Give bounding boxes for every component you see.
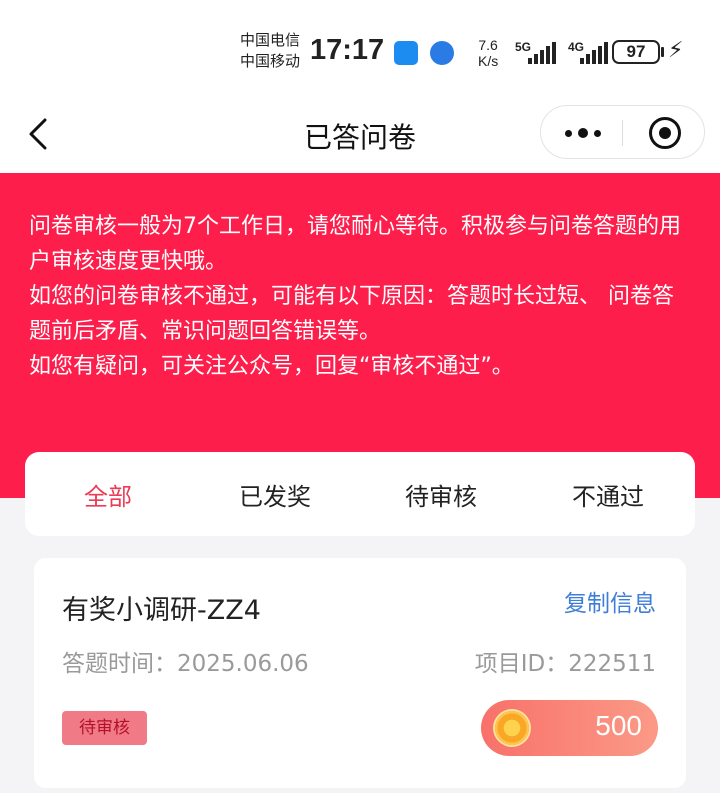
survey-card[interactable]: 有奖小调研-ZZ4 复制信息 答题时间：2025.06.06 项目ID：2225…: [34, 558, 686, 788]
reward-amount: 500: [595, 710, 642, 741]
browser-icon: [430, 41, 454, 65]
status-bar: 中国电信 中国移动 17:17 7.6 K/s 5G 4G 97 ⚡: [0, 0, 720, 100]
more-dot-icon: [578, 128, 588, 138]
speed-unit: K/s: [478, 53, 499, 69]
carrier-1: 中国电信: [240, 31, 301, 49]
signal-icon: [528, 40, 556, 64]
survey-title: 有奖小调研-ZZ4: [62, 595, 261, 626]
notice-line: 如您的问卷审核不通过，可能有以下原因：答题时长过短、 问卷答题前后矛盾、常识问题…: [29, 284, 674, 344]
signal-icon: [580, 40, 608, 64]
network-speed: 7.6 K/s: [478, 37, 498, 69]
battery-icon: 97: [612, 40, 660, 64]
reward-pill: 500: [481, 700, 658, 756]
charging-icon: ⚡: [668, 38, 684, 63]
coin-icon: [495, 711, 529, 745]
carrier-2: 中国移动: [240, 52, 301, 70]
tab-rejected[interactable]: 不通过: [572, 477, 644, 512]
notice-line: 如您有疑问，可关注公众号，回复“审核不通过”。: [29, 354, 514, 379]
project-id: 项目ID：222511: [474, 651, 656, 677]
mini-program-capsule: [540, 105, 705, 159]
copy-info-link[interactable]: 复制信息: [564, 584, 656, 618]
tab-awarded[interactable]: 已发奖: [239, 477, 311, 512]
notice-line: 问卷审核一般为7个工作日，请您耐心等待。积极参与问卷答题的用户审核速度更快哦。: [29, 214, 681, 274]
speed-value: 7.6: [478, 37, 498, 53]
more-dot-icon: [565, 129, 572, 137]
close-mini-program-button[interactable]: [649, 117, 681, 149]
notice-text: 问卷审核一般为7个工作日，请您耐心等待。积极参与问卷答题的用户审核速度更快哦。 …: [29, 209, 694, 384]
carrier-info: 中国电信 中国移动: [240, 30, 300, 72]
tab-pending-review[interactable]: 待审核: [405, 477, 477, 512]
notice-banner: 问卷审核一般为7个工作日，请您耐心等待。积极参与问卷答题的用户审核速度更快哦。 …: [0, 173, 720, 498]
filter-tabs: 全部 已发奖 待审核 不通过: [25, 452, 695, 536]
nav-bar: 已答问卷: [0, 100, 720, 173]
app-store-icon: [394, 41, 418, 65]
status-badge: 待审核: [62, 711, 147, 745]
clock: 17:17: [310, 34, 385, 66]
more-button[interactable]: [561, 118, 605, 148]
answer-time: 答题时间：2025.06.06: [62, 651, 309, 677]
tab-all[interactable]: 全部: [84, 477, 132, 512]
more-dot-icon: [594, 129, 601, 137]
battery-tip: [661, 47, 664, 57]
capsule-divider: [622, 120, 623, 146]
